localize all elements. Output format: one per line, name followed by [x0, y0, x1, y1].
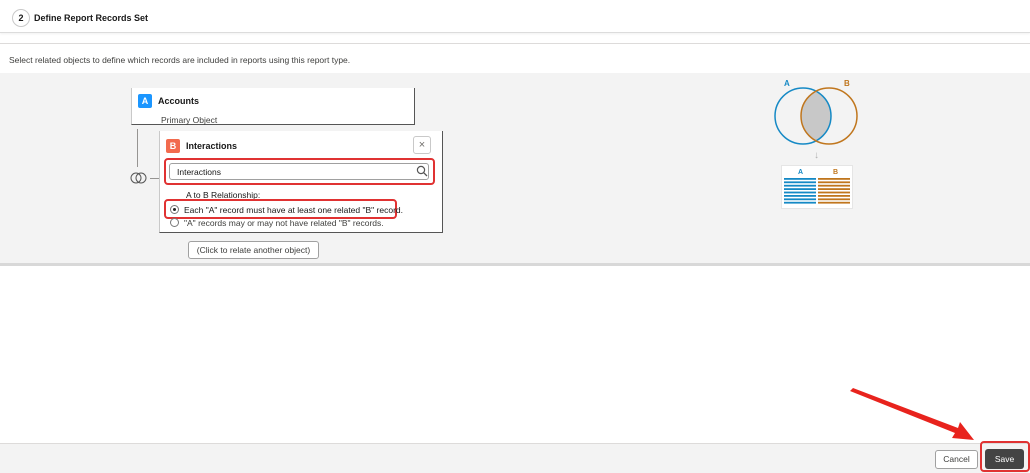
- venn-label-a: A: [784, 79, 790, 88]
- radio-must-have-related-label[interactable]: Each "A" record must have at least one r…: [184, 205, 403, 215]
- records-label-a: A: [798, 169, 804, 176]
- relate-another-object-button[interactable]: (Click to relate another object): [188, 241, 319, 259]
- record-stripe: [784, 184, 816, 187]
- record-stripe: [784, 201, 816, 204]
- down-arrow-icon: ↓: [814, 150, 819, 161]
- record-stripe: [818, 178, 850, 180]
- record-stripe: [784, 181, 816, 184]
- record-stripe: [784, 195, 816, 197]
- radio-may-have-related-label[interactable]: "A" records may or may not have related …: [184, 218, 384, 228]
- record-stripe: [784, 178, 816, 180]
- record-stripe: [784, 188, 816, 190]
- step-number: 2: [12, 9, 30, 27]
- radio-may-have-related[interactable]: [170, 218, 179, 227]
- join-icon: [130, 172, 147, 184]
- record-stripe: [784, 198, 816, 201]
- connector-line-horizontal: [150, 178, 159, 179]
- venn-label-b: B: [844, 79, 850, 88]
- instructions-text: Select related objects to define which r…: [9, 55, 351, 65]
- record-stripe: [818, 184, 850, 187]
- record-stripe: [818, 198, 850, 201]
- remove-object-button[interactable]: ×: [413, 136, 431, 154]
- object-a-name: Accounts: [158, 96, 200, 106]
- record-stripe: [818, 188, 850, 190]
- records-lines-b-icon: [818, 178, 850, 204]
- divider: [0, 43, 1030, 44]
- radio-must-have-related[interactable]: [170, 205, 179, 214]
- red-arrow-icon: [850, 388, 974, 440]
- cancel-button[interactable]: Cancel: [935, 450, 978, 469]
- object-b-name: Interactions: [186, 141, 238, 151]
- venn-diagram: A B: [774, 79, 858, 145]
- object-b-badge: B: [166, 139, 180, 153]
- record-stripe: [818, 195, 850, 197]
- record-stripe: [818, 201, 850, 204]
- records-lines-a-icon: [784, 178, 816, 204]
- save-button[interactable]: Save: [985, 449, 1024, 469]
- object-a-badge: A: [138, 94, 152, 108]
- step-title: Define Report Records Set: [34, 13, 149, 23]
- footer-bar: [0, 443, 1030, 473]
- record-stripe: [818, 181, 850, 184]
- search-icon: [416, 165, 428, 177]
- panel-divider: [0, 263, 1030, 266]
- connector-line: [137, 129, 138, 167]
- record-stripe: [784, 191, 816, 194]
- object-search-value: Interactions: [177, 167, 221, 177]
- record-stripe: [818, 191, 850, 194]
- object-a-subtitle: Primary Object: [161, 115, 218, 125]
- step-header: [0, 0, 1030, 33]
- records-label-b: B: [833, 169, 839, 176]
